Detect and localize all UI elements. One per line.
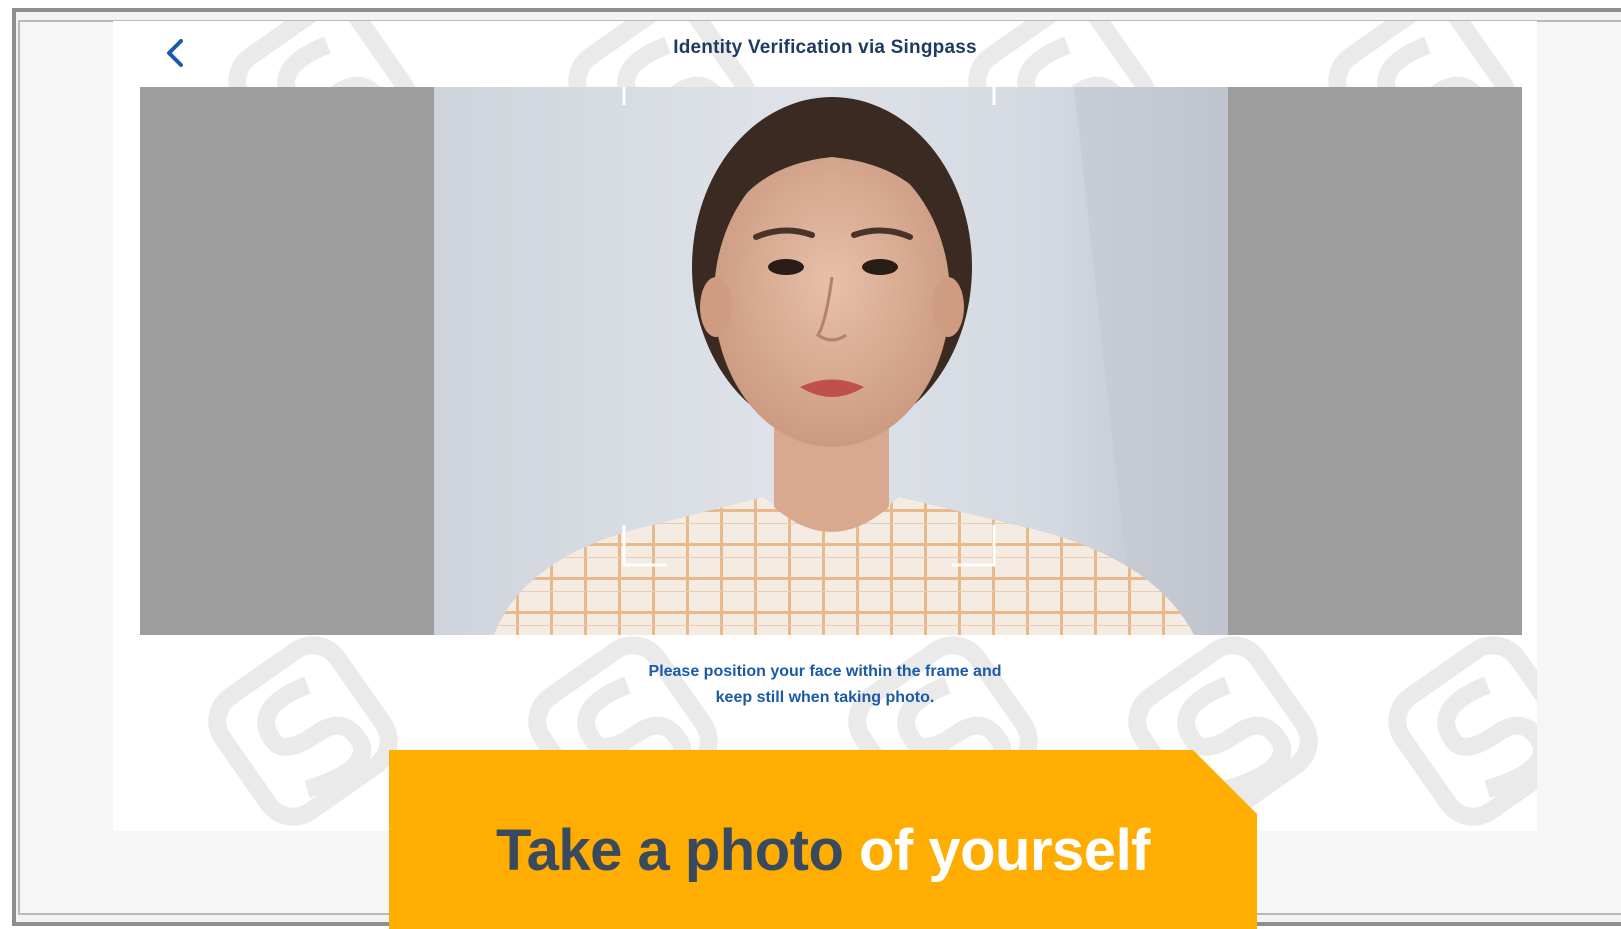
caption-text-light: of yourself	[859, 818, 1151, 883]
face-frame-guide	[622, 87, 996, 567]
caption-text-dark: Take a photo	[495, 818, 844, 883]
caption-text: Take a photo of yourself	[389, 817, 1257, 884]
instruction-line-2: keep still when taking photo.	[715, 689, 935, 706]
watermark-logo-icon	[1388, 636, 1537, 826]
page-title: Identity Verification via Singpass	[673, 37, 977, 58]
caption-banner: Take a photo of yourself	[389, 750, 1257, 929]
camera-feed	[434, 87, 1228, 635]
instruction-line-1: Please position your face within the fra…	[648, 663, 1002, 680]
camera-preview	[140, 87, 1522, 635]
instruction-text: Please position your face within the fra…	[113, 659, 1537, 711]
header-bar: Identity Verification via Singpass	[113, 21, 1537, 87]
verification-screen: Identity Verification via Singpass Pleas…	[113, 21, 1537, 831]
